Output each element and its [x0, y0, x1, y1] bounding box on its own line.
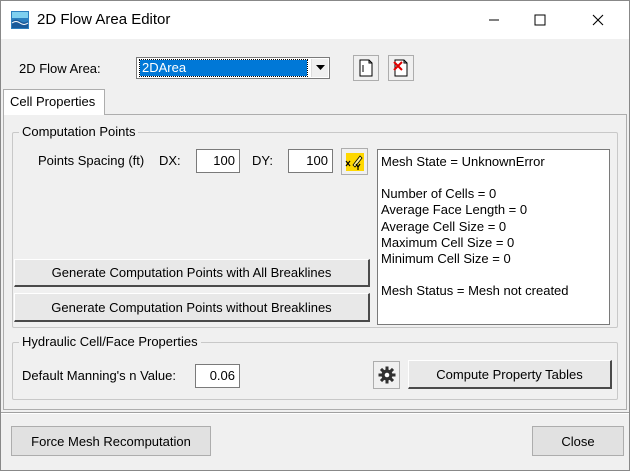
property-settings-button[interactable]: [373, 361, 400, 389]
delete-document-icon: [393, 59, 408, 77]
generate-with-breaklines-button[interactable]: Generate Computation Points with All Bre…: [14, 259, 370, 287]
flow-area-dropdown[interactable]: 2DArea: [136, 57, 330, 79]
hec-ras-app-icon: [11, 11, 29, 29]
cell-properties-panel: Computation Points Points Spacing (ft) D…: [3, 114, 627, 410]
footer-separator: [1, 412, 629, 414]
title-bar: 2D Flow Area Editor: [1, 1, 629, 39]
hydraulic-properties-title: Hydraulic Cell/Face Properties: [19, 334, 201, 349]
document-edit-icon: [359, 59, 373, 77]
minimize-icon: [489, 19, 499, 21]
gear-icon: [378, 366, 395, 384]
mesh-info-line: [381, 267, 606, 283]
close-button[interactable]: Close: [532, 426, 624, 456]
mesh-info-line: Minimum Cell Size = 0: [381, 251, 511, 267]
window-title: 2D Flow Area Editor: [37, 11, 171, 28]
generate-without-breaklines-button[interactable]: Generate Computation Points without Brea…: [14, 293, 370, 322]
mesh-info-line: Average Cell Size = 0: [381, 218, 507, 234]
mesh-info-line: Mesh Status = Mesh not created: [381, 283, 569, 299]
dy-input[interactable]: 100: [288, 149, 333, 173]
pencil-xy-icon: [345, 152, 364, 171]
dx-label: DX:: [159, 153, 181, 168]
flow-area-selected-value: 2DArea: [139, 59, 308, 77]
maximize-button[interactable]: [517, 1, 563, 39]
mesh-info-line: Number of Cells = 0: [381, 186, 497, 202]
delete-area-button[interactable]: [388, 55, 414, 81]
flow-area-editor-window: 2D Flow Area Editor 2D Flow Area: 2DArea: [0, 0, 630, 471]
flow-area-label: 2D Flow Area:: [19, 61, 101, 76]
force-mesh-recomputation-button[interactable]: Force Mesh Recomputation: [11, 426, 211, 456]
compute-property-tables-button[interactable]: Compute Property Tables: [408, 360, 612, 389]
mannings-input[interactable]: 0.06: [195, 364, 240, 388]
close-icon: [592, 14, 604, 26]
dy-label: DY:: [252, 153, 273, 168]
mannings-label: Default Manning's n Value:: [22, 368, 177, 383]
mesh-info-line: Mesh State = UnknownError: [381, 154, 545, 169]
dx-input[interactable]: 100: [196, 149, 240, 173]
chevron-down-icon: [315, 65, 325, 70]
rename-area-button[interactable]: [353, 55, 379, 81]
minimize-button[interactable]: [471, 1, 517, 39]
mesh-info-line: [381, 170, 606, 186]
mesh-info-box: Mesh State = UnknownError Number of Cell…: [377, 149, 610, 325]
close-window-button[interactable]: [575, 1, 621, 39]
apply-spacing-button[interactable]: [341, 148, 368, 175]
mesh-info-line: Average Face Length = 0: [381, 202, 528, 218]
mesh-info-line: Maximum Cell Size = 0: [381, 234, 515, 250]
maximize-icon: [534, 14, 546, 26]
dropdown-arrow-button[interactable]: [311, 59, 328, 77]
tab-cell-properties[interactable]: Cell Properties: [3, 89, 105, 115]
computation-points-title: Computation Points: [19, 124, 139, 139]
points-spacing-label: Points Spacing (ft): [38, 153, 145, 168]
